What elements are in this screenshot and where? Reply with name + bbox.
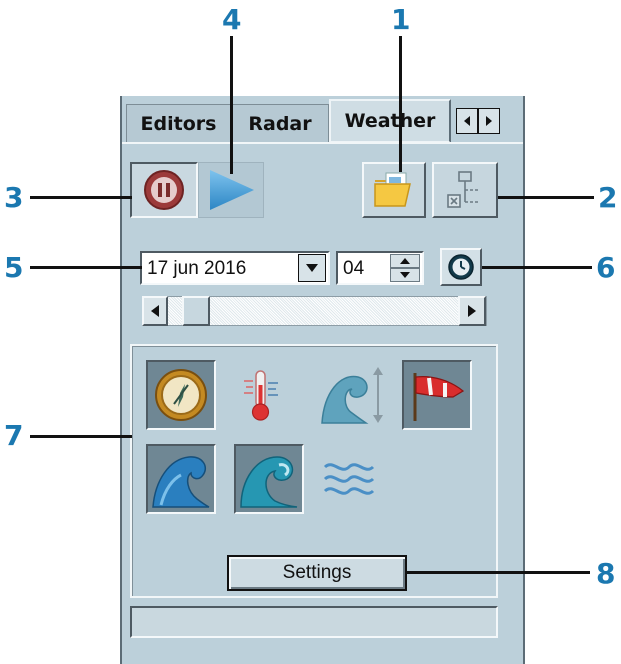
tab-editors-label: Editors xyxy=(140,112,217,135)
callout-8: 8 xyxy=(596,557,616,590)
status-bar xyxy=(130,606,498,638)
chevron-down-icon xyxy=(306,264,318,272)
layer-wind-flag-button[interactable] xyxy=(402,360,472,430)
chevron-right-icon xyxy=(486,116,492,126)
tab-weather[interactable]: Weather xyxy=(329,99,451,143)
hour-value: 04 xyxy=(343,258,365,279)
timeline-thumb[interactable] xyxy=(182,296,210,326)
hour-down-button[interactable] xyxy=(390,268,420,282)
date-dropdown-button[interactable] xyxy=(298,254,326,282)
callout-4-leader xyxy=(230,36,233,174)
open-file-button[interactable] xyxy=(362,162,426,218)
callout-1-leader xyxy=(399,36,402,172)
callout-3-leader xyxy=(30,196,132,199)
callout-7-leader xyxy=(30,435,132,438)
data-source-button[interactable] xyxy=(432,162,498,218)
callout-2-leader xyxy=(498,196,594,199)
layer-wind-button[interactable] xyxy=(146,360,216,430)
tab-scroll-left-button[interactable] xyxy=(456,108,478,134)
layer-wave-button[interactable] xyxy=(234,444,304,514)
timeline-right-button[interactable] xyxy=(458,296,486,326)
arrow-up-icon xyxy=(400,258,410,264)
wave-height-icon xyxy=(321,367,383,424)
wave-icon xyxy=(240,456,298,508)
settings-button-label: Settings xyxy=(282,562,352,583)
wind-flag-icon xyxy=(413,373,465,421)
callout-6-leader xyxy=(482,266,592,269)
pause-icon xyxy=(144,170,184,210)
tab-weather-label: Weather xyxy=(344,110,436,132)
callout-4: 4 xyxy=(222,3,242,36)
wind-compass-icon xyxy=(155,369,207,421)
callout-6: 6 xyxy=(596,251,616,284)
tab-editors[interactable]: Editors xyxy=(126,104,231,142)
callout-1: 1 xyxy=(391,3,411,36)
chevron-left-icon xyxy=(151,305,159,317)
layer-current-button[interactable] xyxy=(314,444,384,514)
pause-button[interactable] xyxy=(130,162,198,218)
callout-7: 7 xyxy=(4,419,24,452)
callout-3: 3 xyxy=(4,181,24,214)
chevron-left-icon xyxy=(464,116,470,126)
chevron-right-icon xyxy=(468,305,476,317)
layer-swell-button[interactable] xyxy=(146,444,216,514)
clock-icon xyxy=(448,254,474,280)
timeline-left-button[interactable] xyxy=(142,296,168,326)
layer-temperature-button[interactable] xyxy=(226,360,296,430)
tab-divider xyxy=(122,142,523,144)
current-time-button[interactable] xyxy=(440,248,482,286)
callout-5: 5 xyxy=(4,251,24,284)
data-source-icon xyxy=(447,171,478,208)
layer-wave-height-button[interactable] xyxy=(314,360,392,430)
callout-2: 2 xyxy=(598,181,618,214)
arrow-down-icon xyxy=(400,272,410,278)
settings-button[interactable]: Settings xyxy=(227,555,407,591)
tab-radar[interactable]: Radar xyxy=(231,104,329,142)
hour-up-button[interactable] xyxy=(390,254,420,268)
current-icon xyxy=(323,463,375,495)
callout-5-leader xyxy=(30,266,142,269)
callout-8-leader xyxy=(406,571,590,574)
open-folder-icon xyxy=(374,172,411,207)
tab-radar-label: Radar xyxy=(248,112,312,135)
swell-icon xyxy=(152,456,210,508)
tab-scroll-right-button[interactable] xyxy=(478,108,500,134)
temperature-icon xyxy=(244,370,278,421)
date-value: 17 jun 2016 xyxy=(147,258,247,279)
